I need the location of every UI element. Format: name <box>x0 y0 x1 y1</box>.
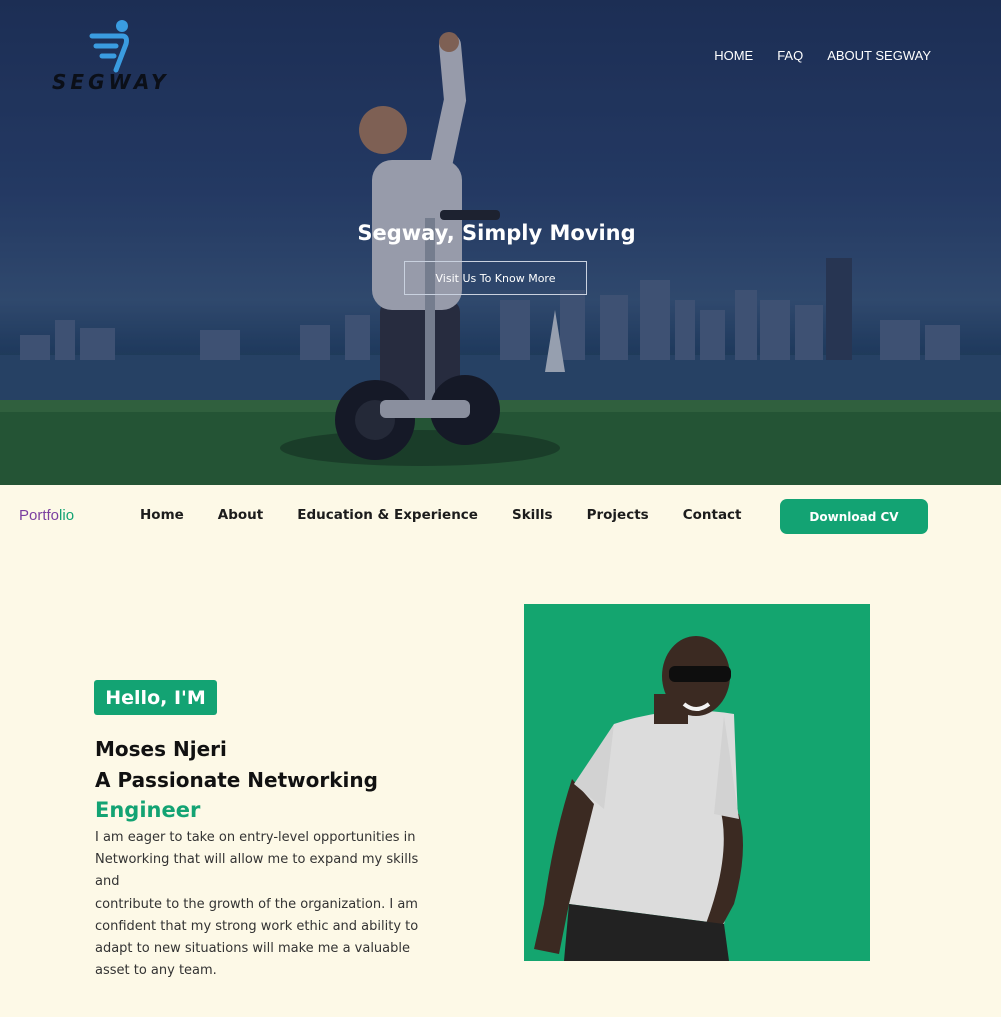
person-name: Moses Njeri <box>95 737 227 761</box>
nav-link-education[interactable]: Education & Experience <box>297 507 478 523</box>
nav-home-link[interactable]: HOME <box>714 48 753 63</box>
hero-title: Segway, Simply Moving <box>357 221 636 245</box>
bio-line: contribute to the growth of the organiza… <box>95 896 418 912</box>
nav-link-contact[interactable]: Contact <box>683 507 742 523</box>
role-line: A Passionate Networking <box>95 768 378 792</box>
brand-text-part2: lio <box>59 507 75 524</box>
nav-about-segway-link[interactable]: ABOUT SEGWAY <box>827 48 931 63</box>
bio-line: asset to any team. <box>95 963 217 979</box>
bio-line: adapt to new situations will make me a v… <box>95 941 411 957</box>
profile-photo <box>524 604 870 961</box>
nav-faq-link[interactable]: FAQ <box>777 48 803 63</box>
nav-link-home[interactable]: Home <box>140 507 184 523</box>
visit-us-button[interactable]: Visit Us To Know More <box>404 261 587 295</box>
nav-link-about[interactable]: About <box>218 507 263 523</box>
person-portrait-image <box>534 636 743 961</box>
nav-link-skills[interactable]: Skills <box>512 507 553 523</box>
brand-text-part1: Portfo <box>19 507 60 524</box>
portfolio-nav-links: Home About Education & Experience Skills… <box>140 507 742 523</box>
bio-line: Networking that will allow me to expand … <box>95 852 419 890</box>
portfolio-navbar: Portfolio Home About Education & Experie… <box>0 485 1001 547</box>
bio-paragraph: I am eager to take on entry-level opport… <box>95 827 445 982</box>
segway-logo-text: SEGWAY <box>52 70 170 94</box>
portfolio-brand[interactable]: Portfolio <box>19 507 74 524</box>
segway-top-nav: HOME FAQ ABOUT SEGWAY <box>714 48 931 63</box>
nav-link-projects[interactable]: Projects <box>587 507 649 523</box>
greeting-badge: Hello, I'M <box>94 680 217 715</box>
download-cv-button[interactable]: Download CV <box>780 499 928 534</box>
hero-banner: SEGWAY HOME FAQ ABOUT SEGWAY Segway, Sim… <box>0 0 1001 485</box>
bio-line: confident that my strong work ethic and … <box>95 918 419 934</box>
role-accent: Engineer <box>95 798 201 822</box>
bio-line: I am eager to take on entry-level opport… <box>95 830 416 845</box>
